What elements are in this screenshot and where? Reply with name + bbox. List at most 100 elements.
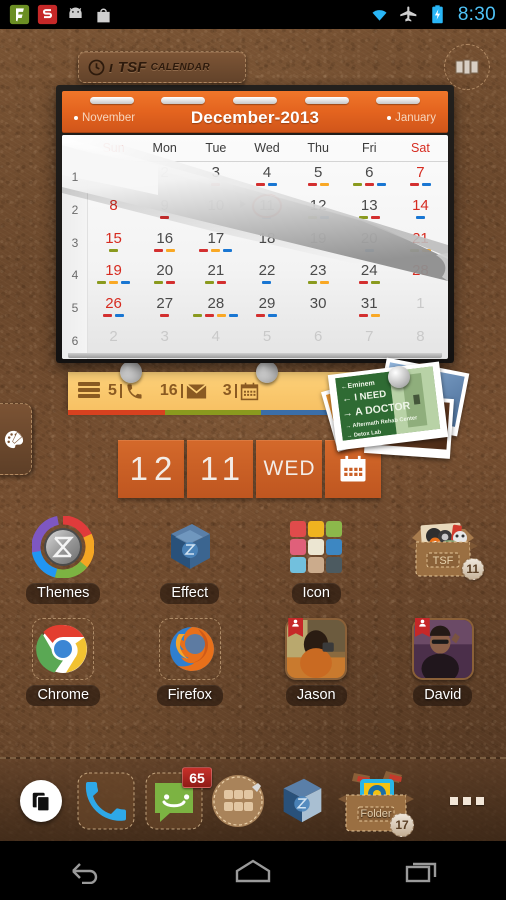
- calendar-day-cell[interactable]: 29: [241, 293, 292, 326]
- photo-stack-widget[interactable]: ←Eminem ← I NEED → A DOCTOR → Aftermath …: [321, 357, 470, 459]
- calendar-day-cell[interactable]: 1: [88, 162, 139, 195]
- dock-messaging[interactable]: 65: [144, 767, 212, 831]
- back-button[interactable]: [49, 851, 119, 891]
- date-weekday-tile[interactable]: WED: [256, 440, 322, 498]
- calendar-day-cell[interactable]: 30: [293, 293, 344, 326]
- dock-folder[interactable]: Folder 17: [334, 767, 418, 837]
- calendar-day-cell[interactable]: 20: [344, 228, 395, 261]
- event-marker: [154, 248, 164, 252]
- event-marker: [370, 281, 380, 285]
- navigation-bar[interactable]: [0, 841, 506, 900]
- sticky-note-counters[interactable]: 5 16 3: [68, 361, 359, 415]
- dock-effect[interactable]: [272, 771, 332, 831]
- photo-pin: [388, 366, 410, 388]
- status-notification-icons[interactable]: [0, 4, 114, 25]
- calendar-day-cell[interactable]: 20: [139, 260, 190, 293]
- event-markers: [241, 314, 292, 318]
- calendar-day-cell[interactable]: 22: [241, 260, 292, 293]
- calendar-day-cell[interactable]: 24: [344, 260, 395, 293]
- contact-jason[interactable]: Jason: [253, 618, 380, 706]
- event-marker: [109, 248, 119, 252]
- folder-tsf[interactable]: TSF 11 x: [380, 516, 506, 608]
- calendar-day-cell[interactable]: 21: [395, 228, 446, 261]
- event-marker: [109, 281, 119, 285]
- event-markers: [293, 215, 344, 220]
- app-row-2[interactable]: Chrome Firefox Jason David: [0, 618, 506, 706]
- event-marker: [103, 314, 113, 318]
- calendar-day-cell[interactable]: 26: [88, 293, 139, 326]
- event-marker: [370, 314, 380, 318]
- calendar-day-cell[interactable]: 31: [344, 293, 395, 326]
- calendar-day-cell[interactable]: 17: [190, 228, 241, 261]
- calendar-day-cell[interactable]: 16: [139, 228, 190, 261]
- today-pointer-icon: [240, 199, 247, 208]
- calendar-day-cell[interactable]: 6: [344, 162, 395, 195]
- app-effect[interactable]: Effect: [127, 516, 254, 608]
- calendar-day-cell[interactable]: 28: [190, 293, 241, 326]
- calendar-day-cell[interactable]: 5: [293, 162, 344, 195]
- day-number: 8: [109, 196, 118, 214]
- calendar-day-cell[interactable]: 19: [293, 228, 344, 261]
- app-icon[interactable]: Icon: [253, 516, 380, 608]
- events-count: 3: [222, 382, 232, 399]
- overflow-dots-icon[interactable]: [450, 797, 484, 805]
- widget-title-plate[interactable]: ı TSF CALENDAR: [78, 51, 246, 83]
- event-markers: [88, 248, 139, 253]
- app-label: Effect: [160, 583, 220, 604]
- contact-david[interactable]: David: [380, 618, 506, 706]
- dock-app-drawer[interactable]: [208, 771, 268, 831]
- recents-button[interactable]: [387, 851, 457, 891]
- calendar-day-cell[interactable]: 18: [241, 228, 292, 261]
- date-month-tile[interactable]: 12: [118, 440, 184, 498]
- app-label: Icon: [291, 583, 341, 604]
- day-number: 22: [258, 262, 276, 280]
- calendar-day-cell[interactable]: 28: [395, 260, 446, 293]
- calendar-day-cell[interactable]: 9: [139, 195, 190, 228]
- home-button[interactable]: [218, 851, 288, 891]
- event-markers: [190, 281, 241, 285]
- calendar-day-cell[interactable]: 14: [395, 195, 446, 228]
- event-marker: [307, 281, 317, 285]
- app-firefox[interactable]: Firefox: [127, 618, 254, 706]
- refresh-icon[interactable]: [88, 59, 105, 76]
- day-number: 8: [416, 327, 425, 345]
- envelope-icon: [186, 383, 207, 398]
- page-indicator-badge[interactable]: [444, 44, 490, 90]
- calendar-day-cell[interactable]: 13: [344, 195, 395, 228]
- calendar-day-cell[interactable]: 27: [139, 293, 190, 326]
- theme-editor-tab[interactable]: [0, 403, 32, 475]
- recent-apps-button[interactable]: [20, 780, 62, 822]
- day-number: 5: [313, 164, 323, 181]
- calendar-day-cell[interactable]: 10: [190, 195, 241, 228]
- dock[interactable]: 65 Folder 17: [0, 757, 506, 841]
- calendar-body[interactable]: Sun Mon Tue Wed Thu Fri Sat 1 1 2 3 4 5 6 7 2 8 9 10 11 12 1…: [62, 135, 448, 359]
- unread-mail-counter[interactable]: 16: [160, 382, 207, 400]
- calendar-day-cell[interactable]: 12: [293, 195, 344, 228]
- icon-dash-frame: [158, 618, 221, 680]
- app-label: Jason: [285, 685, 347, 706]
- dock-phone[interactable]: [76, 771, 136, 831]
- calendar-day-cell[interactable]: 8: [88, 195, 139, 228]
- app-label: Chrome: [26, 685, 101, 706]
- recents-icon: [405, 862, 436, 882]
- calendar-day-cell[interactable]: 3: [190, 162, 241, 195]
- events-counter[interactable]: 3: [223, 382, 259, 401]
- calendar-day-cell[interactable]: 1: [395, 293, 446, 326]
- calendar-day-cell[interactable]: 19: [88, 260, 139, 293]
- day-number: 28: [207, 295, 225, 313]
- calendar-day-cell[interactable]: 21: [190, 260, 241, 293]
- day-number: 24: [360, 262, 378, 280]
- calendar-day-cell[interactable]: 2: [139, 162, 190, 195]
- calendar-day-cell[interactable]: 7: [395, 162, 446, 195]
- calendar-widget[interactable]: November December-2013 January Sun Mon Tue…: [56, 85, 454, 363]
- app-chrome[interactable]: Chrome: [0, 618, 127, 706]
- date-day-tile[interactable]: 11: [187, 440, 253, 498]
- app-row-1[interactable]: Themes Effect Icon TSF 11: [0, 515, 506, 608]
- app-themes[interactable]: Themes: [0, 515, 127, 608]
- calendar-day-cell[interactable]: 15: [88, 228, 139, 261]
- calendar-day-cell[interactable]: 4: [241, 162, 292, 195]
- calendar-grid[interactable]: 1 1 2 3 4 5 6 7 2 8 9 10 11 12 13 14 3 15 16 17 18 19 20 21 4 19 2…: [62, 162, 448, 359]
- calendar-day-cell[interactable]: 23: [293, 260, 344, 293]
- missed-calls-counter[interactable]: 5: [108, 382, 144, 401]
- calendar-day-cell[interactable]: 11: [240, 192, 292, 228]
